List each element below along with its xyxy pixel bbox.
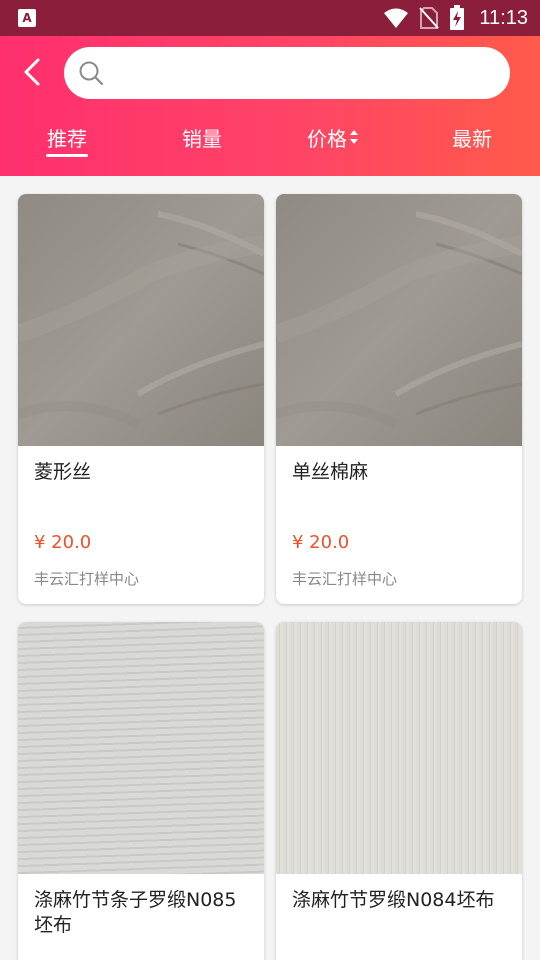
product-image [18, 194, 264, 446]
tab-newest[interactable]: 最新 [450, 122, 494, 152]
status-icons: 11:13 [383, 0, 528, 36]
tab-sales[interactable]: 销量 [180, 122, 224, 152]
tab-recommended[interactable]: 推荐 [46, 122, 88, 152]
product-image [276, 622, 522, 874]
product-title: 涤麻竹节罗缎N084坯布 [292, 889, 495, 911]
sort-arrows-icon [350, 130, 358, 144]
status-bar: A 11:13 [0, 0, 540, 36]
search-icon [79, 61, 104, 86]
shop-name: 丰云汇打样中心 [34, 570, 140, 588]
product-title: 菱形丝 [34, 461, 92, 483]
wifi-icon [384, 8, 409, 28]
tab-label: 推荐 [47, 126, 87, 151]
search-box[interactable] [64, 47, 510, 99]
tab-label: 最新 [452, 126, 492, 151]
product-card[interactable]: 单丝棉麻 ¥ 20.0 丰云汇打样中心 [276, 194, 522, 604]
product-price: ¥ 20.0 [292, 532, 350, 553]
search-input[interactable] [116, 57, 496, 89]
product-card[interactable]: 菱形丝 ¥ 20.0 丰云汇打样中心 [18, 194, 264, 604]
product-card[interactable]: 涤麻竹节罗缎N084坯布 [276, 622, 522, 960]
active-tab-indicator [46, 154, 88, 157]
chevron-left-icon [24, 58, 40, 86]
product-image [18, 622, 264, 874]
app-notification-icon: A [18, 9, 36, 27]
shop-name: 丰云汇打样中心 [292, 570, 398, 588]
back-button[interactable] [16, 56, 48, 88]
product-price: ¥ 20.0 [34, 532, 92, 553]
tab-label: 销量 [182, 126, 222, 151]
product-image [276, 194, 522, 446]
battery-charging-icon [450, 5, 465, 30]
product-grid: 菱形丝 ¥ 20.0 丰云汇打样中心 单丝棉麻 ¥ 20.0 丰云汇打样中心 涤… [0, 176, 540, 960]
product-title: 涤麻竹节条子罗缎N085坯布 [34, 889, 237, 936]
product-title: 单丝棉麻 [292, 461, 369, 483]
product-card[interactable]: 涤麻竹节条子罗缎N085坯布 [18, 622, 264, 960]
status-time: 11:13 [479, 6, 528, 29]
no-sim-icon [419, 7, 440, 29]
tab-price[interactable]: 价格 [305, 122, 361, 152]
tab-label: 价格 [307, 126, 347, 151]
